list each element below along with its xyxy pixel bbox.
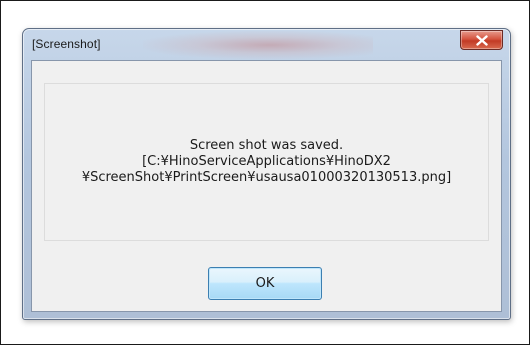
dialog-client-area: Screen shot was saved. [C:¥HinoServiceAp… xyxy=(31,60,502,312)
window-title: [Screenshot] xyxy=(32,37,101,51)
close-icon xyxy=(475,34,488,46)
message-text: Screen shot was saved. [C:¥HinoServiceAp… xyxy=(45,84,488,240)
message-line-3: ¥ScreenShot¥PrintScreen¥usausa0100032013… xyxy=(81,170,452,185)
dialog-window: [Screenshot] Screen shot was saved. [C:¥… xyxy=(22,28,511,320)
ok-button[interactable]: OK xyxy=(208,267,322,300)
message-line-1: Screen shot was saved. xyxy=(189,138,344,153)
close-button[interactable] xyxy=(460,30,503,50)
message-line-2: [C:¥HinoServiceApplications¥HinoDX2 xyxy=(142,154,391,169)
title-bar[interactable]: [Screenshot] xyxy=(23,29,510,60)
message-panel: Screen shot was saved. [C:¥HinoServiceAp… xyxy=(44,83,489,241)
screenshot-frame: [Screenshot] Screen shot was saved. [C:¥… xyxy=(0,0,530,345)
